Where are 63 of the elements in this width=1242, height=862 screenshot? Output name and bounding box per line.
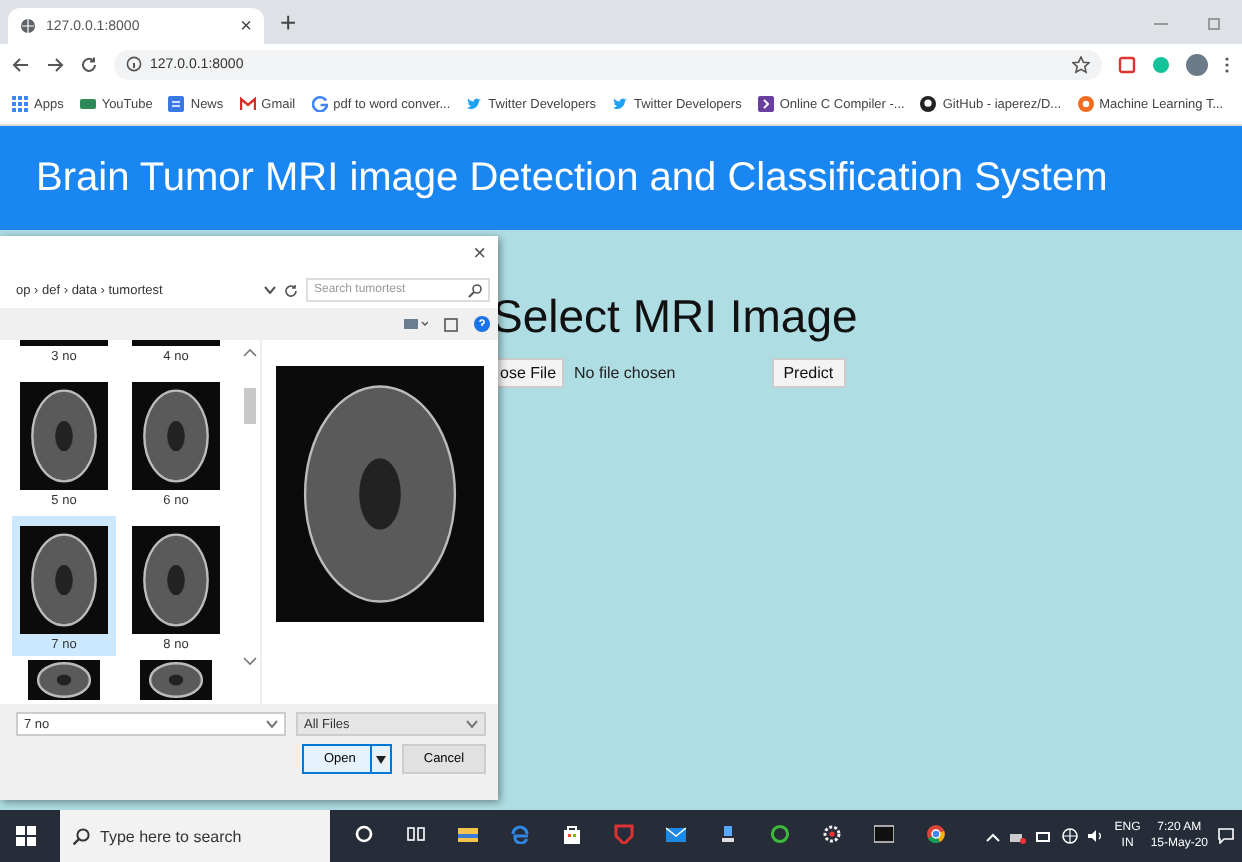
file-status-text: No file chosen [574,364,676,382]
circle-logo-icon [1077,96,1094,112]
new-tab-button[interactable]: + [280,6,297,38]
help-icon[interactable] [474,316,490,332]
more-menu-icon[interactable] [1224,55,1230,73]
chrome-icon[interactable] [926,824,946,844]
globe-icon [20,18,36,34]
bird-icon [466,96,483,112]
close-button[interactable]: × [473,242,486,266]
dropdown-caret-icon [266,720,278,728]
globe-icon[interactable] [1062,828,1079,844]
view-options-icon[interactable] [404,318,428,330]
battery-icon[interactable] [1036,831,1053,841]
refresh-icon[interactable] [284,283,298,297]
section-heading: Select MRI Image [492,290,860,344]
edge-e-icon[interactable] [510,824,530,844]
search-icon [72,827,90,845]
chevron-up-icon[interactable] [986,831,1001,841]
brain-scan-thumbnail [132,526,220,634]
newspaper-icon [168,96,185,112]
code-icon [757,96,774,112]
ring-icon[interactable] [770,824,790,844]
back-arrow-icon[interactable] [12,55,30,73]
page-title: Brain Tumor MRI image Detection and Classification System [36,155,1108,201]
forward-arrow-icon[interactable] [46,55,64,73]
reload-icon[interactable] [80,55,98,73]
taskbar-search-field[interactable]: Type here to search [60,810,330,862]
choose-file-button[interactable]: ose File [492,358,565,388]
brain-scan-thumbnail [20,526,108,634]
terminal-icon[interactable] [874,824,894,844]
apps-grid-icon [12,96,28,112]
star-icon[interactable] [1072,55,1090,73]
gear-icon[interactable] [822,824,842,844]
tab-close-button[interactable]: × [240,15,252,37]
video-icon [79,96,96,112]
search-icon [468,283,482,297]
info-icon [126,56,142,72]
predict-button[interactable]: Predict [771,358,846,388]
notification-icon[interactable] [1218,828,1234,844]
google-g-icon [311,96,328,112]
shield-m-icon[interactable] [614,824,634,844]
dropdown-caret-icon [376,755,386,763]
avatar-icon[interactable] [1186,53,1208,75]
cortana-circle-icon[interactable] [354,824,374,844]
preview-pane-icon[interactable] [444,317,458,331]
shield-icon[interactable] [1118,55,1136,73]
bird-icon [612,96,628,112]
dropdown-caret-icon [466,720,478,728]
brain-scan-thumbnail [28,660,100,700]
windows-start-icon[interactable] [16,826,36,846]
folder-icon[interactable] [458,824,478,844]
mail-icon [239,96,256,112]
search-placeholder: Type here to search [100,827,242,845]
speaker-icon[interactable] [1088,828,1105,844]
network-icon[interactable] [1010,829,1027,843]
figure-icon[interactable] [718,824,738,844]
dropdown-caret-icon[interactable] [264,286,276,294]
brain-scan-thumbnail [132,382,220,490]
shopping-bag-icon[interactable] [562,824,582,844]
envelope-icon[interactable] [666,824,686,844]
brain-scan-thumbnail [140,660,212,700]
brain-scan-thumbnail [20,382,108,490]
task-view-icon[interactable] [406,824,426,844]
